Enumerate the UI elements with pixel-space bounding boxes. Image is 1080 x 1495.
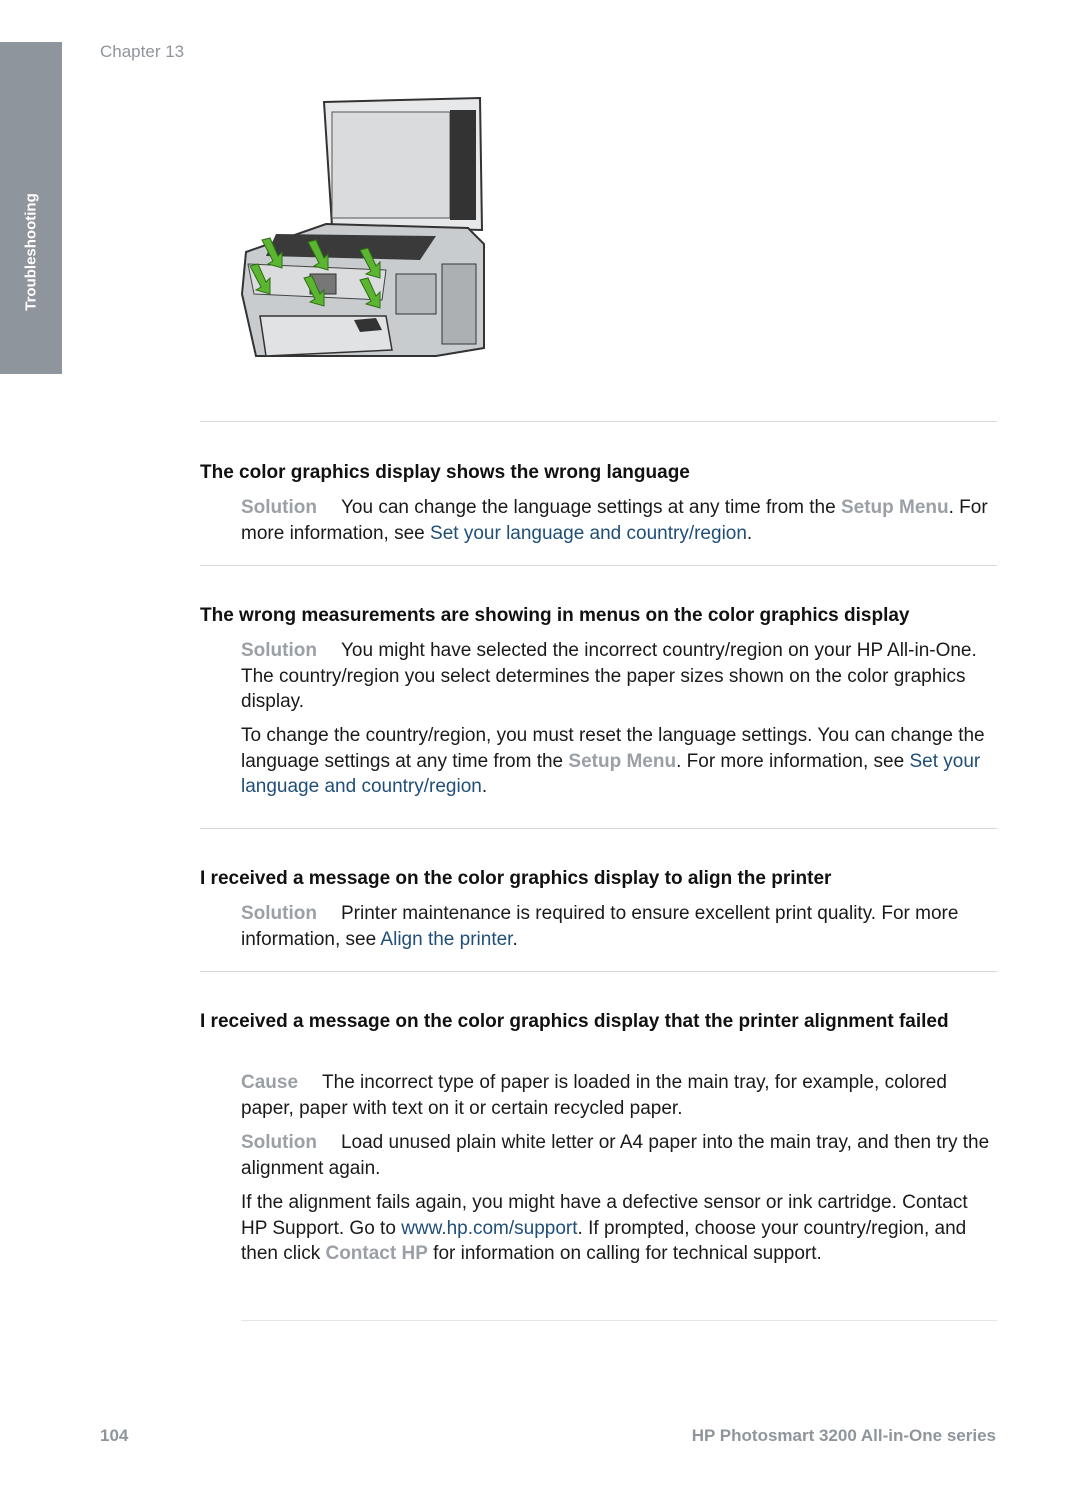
body-text: Printer maintenance is required to ensur… <box>241 903 959 950</box>
divider <box>200 828 997 829</box>
solution-label: Solution <box>241 497 317 518</box>
align-printer-link[interactable]: Align the printer <box>380 929 512 950</box>
chapter-label: Chapter 13 <box>100 42 185 61</box>
body-paragraph: If the alignment fails again, you might … <box>241 1190 991 1267</box>
solution-label: Solution <box>241 1132 317 1153</box>
section-heading: I received a message on the color graphi… <box>200 868 832 889</box>
solution-label: Solution <box>241 903 317 924</box>
cause-paragraph: Cause The incorrect type of paper is load… <box>241 1070 991 1121</box>
page-number: 104 <box>100 1426 129 1445</box>
body-text: . <box>512 928 518 950</box>
section-tab-label: Troubleshooting <box>22 193 40 311</box>
body-text: . For more information, see <box>676 750 910 772</box>
solution-paragraph: Solution You might have selected the inco… <box>241 638 991 715</box>
body-text: The incorrect type of paper is loaded in… <box>241 1072 947 1119</box>
body-text: . <box>746 522 753 544</box>
body-text: . <box>481 776 488 797</box>
product-title: HP Photosmart 3200 All-in-One series <box>692 1426 996 1446</box>
section-heading: The color graphics display shows the wro… <box>200 462 690 483</box>
section-tab: Troubleshooting <box>0 42 62 374</box>
product-series: All-in-One series <box>860 1426 996 1445</box>
ui-term: Setup Menu <box>840 497 949 518</box>
divider <box>200 971 997 972</box>
solution-label: Solution <box>241 640 317 661</box>
solution-paragraph: Solution You can change the language sett… <box>241 495 991 546</box>
ui-term: Contact HP <box>325 1243 428 1264</box>
hp-support-link[interactable]: www.hp.com/support <box>401 1218 577 1239</box>
divider <box>200 565 997 566</box>
product-name: HP Photosmart 3200 <box>691 1426 861 1445</box>
body-paragraph: To change the country/region, you must r… <box>241 723 991 800</box>
cause-label: Cause <box>241 1072 299 1093</box>
printer-illustration <box>240 96 485 357</box>
solution-paragraph: Solution Printer maintenance is required … <box>241 901 991 952</box>
divider <box>200 421 997 422</box>
section-heading: I received a message on the color graphi… <box>200 1011 949 1032</box>
body-text: Load unused plain white letter or A4 pap… <box>241 1132 990 1179</box>
body-text: for information on calling for technical… <box>427 1243 822 1264</box>
body-text: You might have selected the incorrect co… <box>241 640 977 712</box>
body-text: You can change the language settings at … <box>340 497 841 518</box>
ui-term: Setup Menu <box>568 750 677 772</box>
solution-paragraph: Solution Load unused plain white letter o… <box>241 1130 991 1181</box>
language-settings-link[interactable]: Set your language and country/region <box>430 523 747 544</box>
divider <box>241 1320 997 1321</box>
section-heading: The wrong measurements are showing in me… <box>200 605 910 626</box>
